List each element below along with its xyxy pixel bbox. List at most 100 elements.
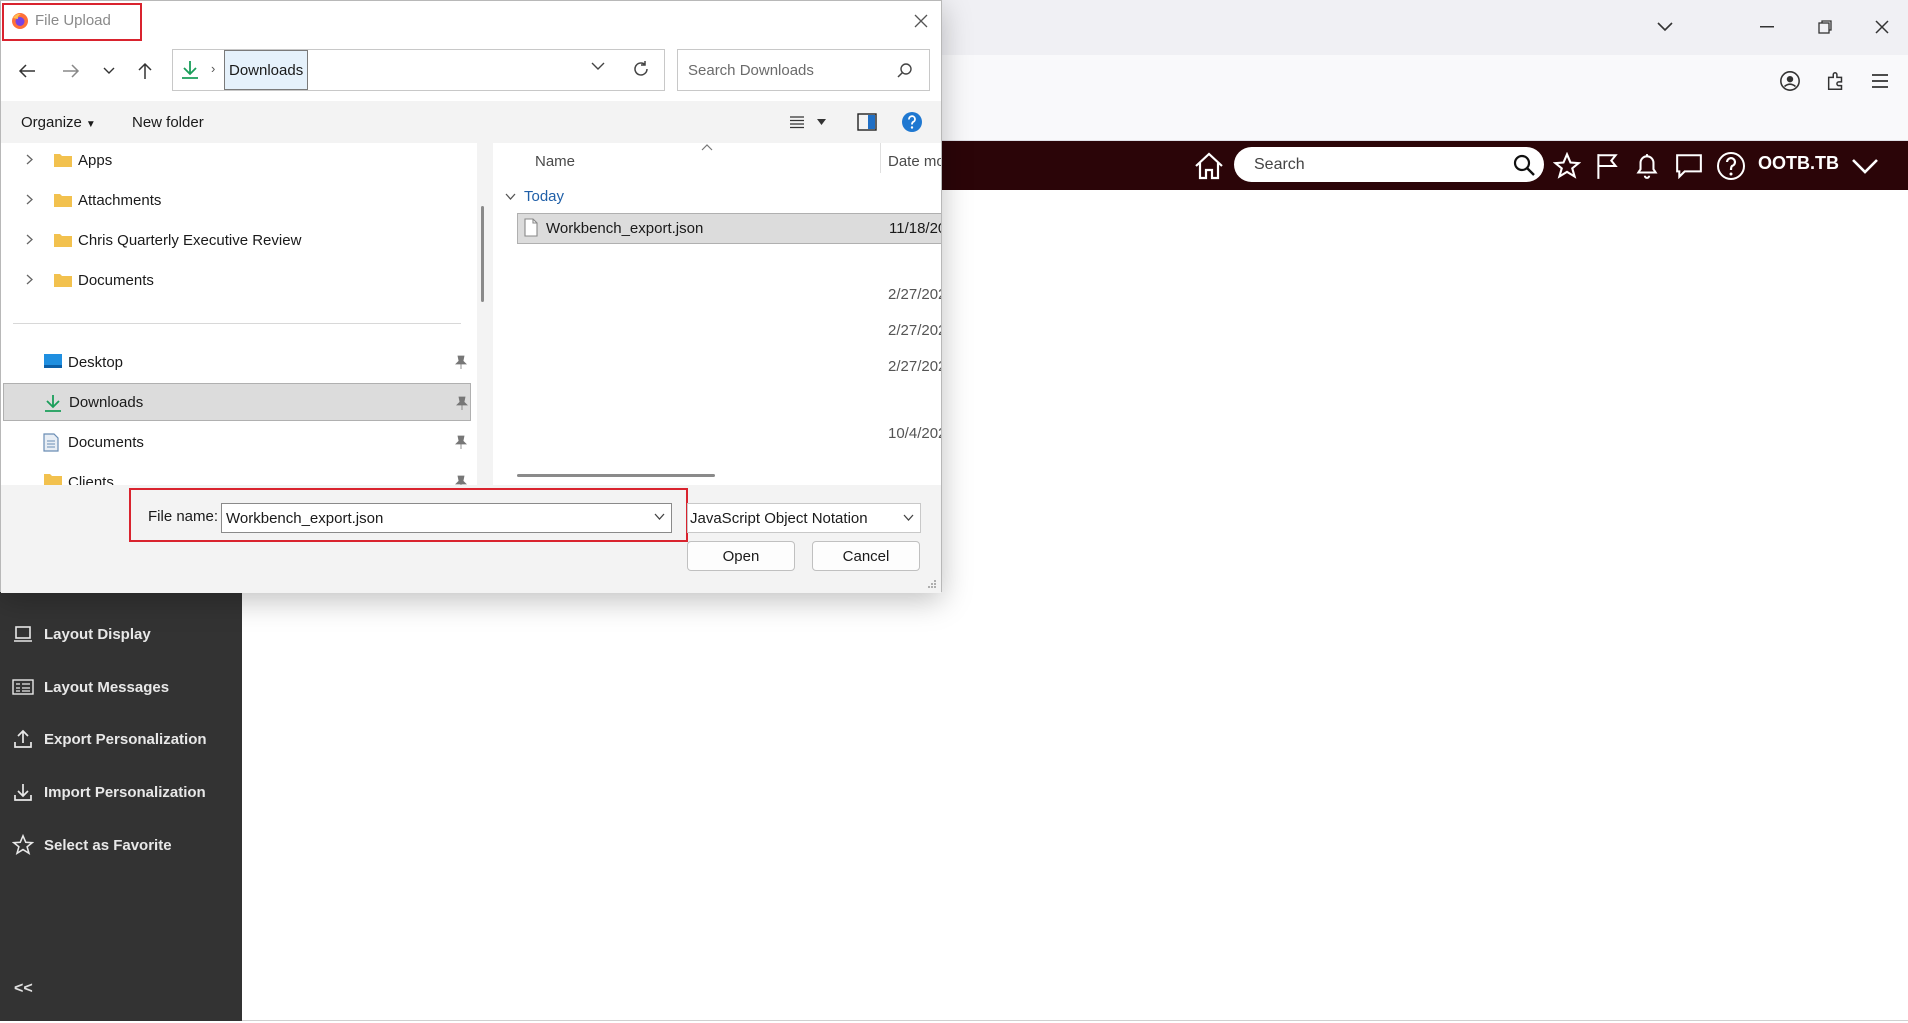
file-upload-dialog: File Upload › Downloads Search Downloads	[0, 0, 942, 593]
search-placeholder: Search Downloads	[688, 61, 814, 79]
forward-button[interactable]	[57, 59, 85, 83]
file-date[interactable]: 2/27/2024	[888, 322, 941, 339]
column-header-name[interactable]: Name	[535, 153, 575, 170]
new-folder-button[interactable]: New folder	[132, 114, 204, 131]
quick-access-label: Desktop	[68, 353, 124, 371]
column-header-date[interactable]: Date modified	[888, 153, 941, 170]
tree-item-apps[interactable]: Apps	[1, 145, 471, 175]
open-button[interactable]: Open	[687, 541, 795, 571]
sidebar-item-label: Layout Messages	[44, 678, 170, 696]
star-icon	[1553, 152, 1581, 179]
messages-button[interactable]	[1672, 149, 1706, 183]
document-icon	[43, 433, 59, 452]
account-icon	[1780, 71, 1800, 91]
pin-icon[interactable]	[455, 355, 467, 369]
navigation-scrollbar[interactable]	[481, 206, 484, 302]
hamburger-icon	[1872, 74, 1888, 88]
app-search-box[interactable]: Search	[1234, 147, 1544, 182]
horizontal-scrollbar[interactable]	[517, 474, 715, 477]
sidebar-item-layout-display[interactable]: Layout Display	[12, 623, 151, 645]
home-button[interactable]	[1192, 149, 1226, 183]
monitor-icon	[12, 623, 34, 645]
navigation-pane: Apps Attachments Chris Quarterly Executi…	[1, 143, 477, 485]
refresh-icon[interactable]	[632, 60, 650, 78]
search-icon[interactable]	[1512, 153, 1536, 177]
flag-button[interactable]	[1590, 149, 1624, 183]
list-all-tabs-button[interactable]	[1652, 16, 1678, 38]
favorites-button[interactable]	[1550, 149, 1584, 183]
title-highlight-box	[2, 3, 142, 41]
search-icon	[897, 63, 912, 78]
file-date[interactable]: 10/4/2024	[888, 425, 941, 442]
search-input[interactable]: Search Downloads	[677, 49, 930, 91]
tree-item-documents[interactable]: Documents	[1, 265, 471, 295]
app-menu-button[interactable]	[1866, 67, 1894, 95]
quick-access-clients[interactable]: Clients	[3, 463, 471, 485]
dialog-close-button[interactable]	[909, 9, 933, 33]
close-icon	[914, 14, 928, 28]
collapse-sidebar-button[interactable]: <<	[14, 980, 33, 998]
address-bar[interactable]: › Downloads	[172, 49, 665, 91]
tree-item-attachments[interactable]: Attachments	[1, 185, 471, 215]
file-name: Workbench_export.json	[546, 220, 704, 237]
folder-icon	[54, 234, 72, 247]
organize-button[interactable]: Organize ▼	[21, 114, 96, 131]
chevron-down-icon	[505, 193, 516, 200]
pin-icon[interactable]	[455, 435, 467, 449]
quick-access-documents[interactable]: Documents	[3, 423, 471, 461]
quick-access-label: Documents	[68, 433, 144, 451]
file-type-select[interactable]: JavaScript Object Notation	[687, 503, 921, 533]
breadcrumb-downloads[interactable]: Downloads	[224, 50, 309, 90]
file-row[interactable]: Workbench_export.json 11/18/2024	[517, 213, 941, 244]
chevron-down-icon[interactable]	[591, 62, 605, 71]
restore-window-button[interactable]	[1810, 14, 1840, 40]
minimize-icon	[1760, 26, 1774, 28]
chevron-right-icon[interactable]	[26, 274, 33, 285]
sidebar-item-layout-messages[interactable]: Layout Messages	[12, 676, 169, 698]
recent-locations-button[interactable]	[95, 59, 123, 83]
group-label: Today	[524, 188, 565, 205]
breadcrumb-separator: ›	[211, 61, 216, 76]
view-options-button[interactable]	[789, 115, 826, 129]
extensions-button[interactable]	[1822, 67, 1850, 95]
sidebar-item-label: Select as Favorite	[44, 836, 172, 854]
user-menu-button[interactable]	[1848, 149, 1882, 183]
folder-icon	[54, 194, 72, 207]
star-icon	[12, 834, 34, 856]
sidebar-item-select-as-favorite[interactable]: Select as Favorite	[12, 834, 172, 856]
quick-access-label: Downloads	[69, 393, 144, 411]
up-button[interactable]	[131, 59, 159, 83]
account-button[interactable]	[1776, 67, 1804, 95]
group-header-today[interactable]: Today	[505, 188, 564, 205]
chevron-right-icon[interactable]	[26, 234, 33, 245]
cancel-button[interactable]: Cancel	[812, 541, 920, 571]
user-name[interactable]: OOTB.TB	[1758, 153, 1839, 174]
close-window-button[interactable]	[1867, 14, 1897, 40]
file-date[interactable]: 2/27/2024	[888, 358, 941, 375]
download-folder-icon	[45, 395, 61, 412]
chevron-right-icon[interactable]	[26, 194, 33, 205]
help-button[interactable]	[1714, 149, 1748, 183]
chat-icon	[1676, 154, 1702, 179]
quick-access-downloads[interactable]: Downloads	[3, 383, 471, 421]
sidebar-item-label: Export Personalization	[44, 730, 207, 748]
help-button[interactable]	[901, 111, 923, 133]
pin-icon[interactable]	[456, 396, 468, 410]
tree-item-chris-quarterly-executive-review[interactable]: Chris Quarterly Executive Review	[1, 225, 471, 255]
column-divider[interactable]	[880, 143, 881, 173]
pin-icon[interactable]	[455, 475, 467, 485]
sidebar-item-import-personalization[interactable]: Import Personalization	[12, 781, 206, 803]
file-icon	[524, 218, 538, 237]
chevron-right-icon[interactable]	[26, 154, 33, 165]
preview-pane-button[interactable]	[857, 113, 877, 131]
dialog-navigation-bar: › Downloads Search Downloads	[1, 41, 941, 101]
minimize-window-button[interactable]	[1752, 14, 1782, 40]
quick-access-desktop[interactable]: Desktop	[3, 343, 471, 381]
sidebar-item-export-personalization[interactable]: Export Personalization	[12, 728, 207, 750]
chevron-down-icon	[903, 514, 914, 521]
file-date[interactable]: 2/27/2024	[888, 286, 941, 303]
resize-grip-icon[interactable]	[927, 579, 937, 589]
notifications-button[interactable]	[1630, 149, 1664, 183]
arrow-right-icon	[63, 64, 80, 78]
back-button[interactable]	[13, 59, 41, 83]
